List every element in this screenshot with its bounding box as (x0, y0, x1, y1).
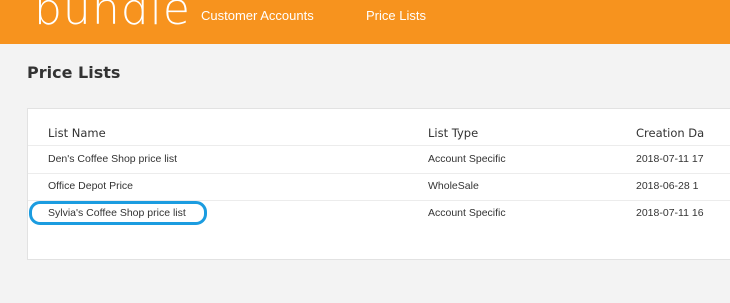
list-type-cell: Account Specific (428, 207, 506, 219)
bundle-logo[interactable]: bundle (34, 0, 191, 32)
table-row[interactable]: Office Depot Price WholeSale 2018-06-28 … (28, 173, 730, 201)
table-header-row: List Name List Type Creation Da (28, 119, 730, 146)
creation-date-cell: 2018-07-11 16 (636, 207, 704, 219)
table-row[interactable]: Den's Coffee Shop price list Account Spe… (28, 146, 730, 174)
top-nav-bar: bundle Customer Accounts Price Lists (0, 0, 730, 44)
nav-price-lists[interactable]: Price Lists (366, 8, 426, 23)
creation-date-cell: 2018-06-28 1 (636, 180, 699, 192)
list-name-cell[interactable]: Den's Coffee Shop price list (48, 153, 177, 165)
page-title: Price Lists (27, 63, 121, 82)
price-lists-table: List Name List Type Creation Da Den's Co… (27, 108, 730, 260)
highlight-annotation-ring (29, 201, 207, 225)
column-header-list-name[interactable]: List Name (48, 126, 106, 140)
list-type-cell: Account Specific (428, 153, 506, 165)
creation-date-cell: 2018-07-11 17 (636, 153, 704, 165)
nav-customer-accounts[interactable]: Customer Accounts (201, 8, 314, 23)
column-header-creation-date[interactable]: Creation Da (636, 126, 704, 140)
list-type-cell: WholeSale (428, 180, 479, 192)
list-name-cell[interactable]: Office Depot Price (48, 180, 133, 192)
column-header-list-type[interactable]: List Type (428, 126, 478, 140)
